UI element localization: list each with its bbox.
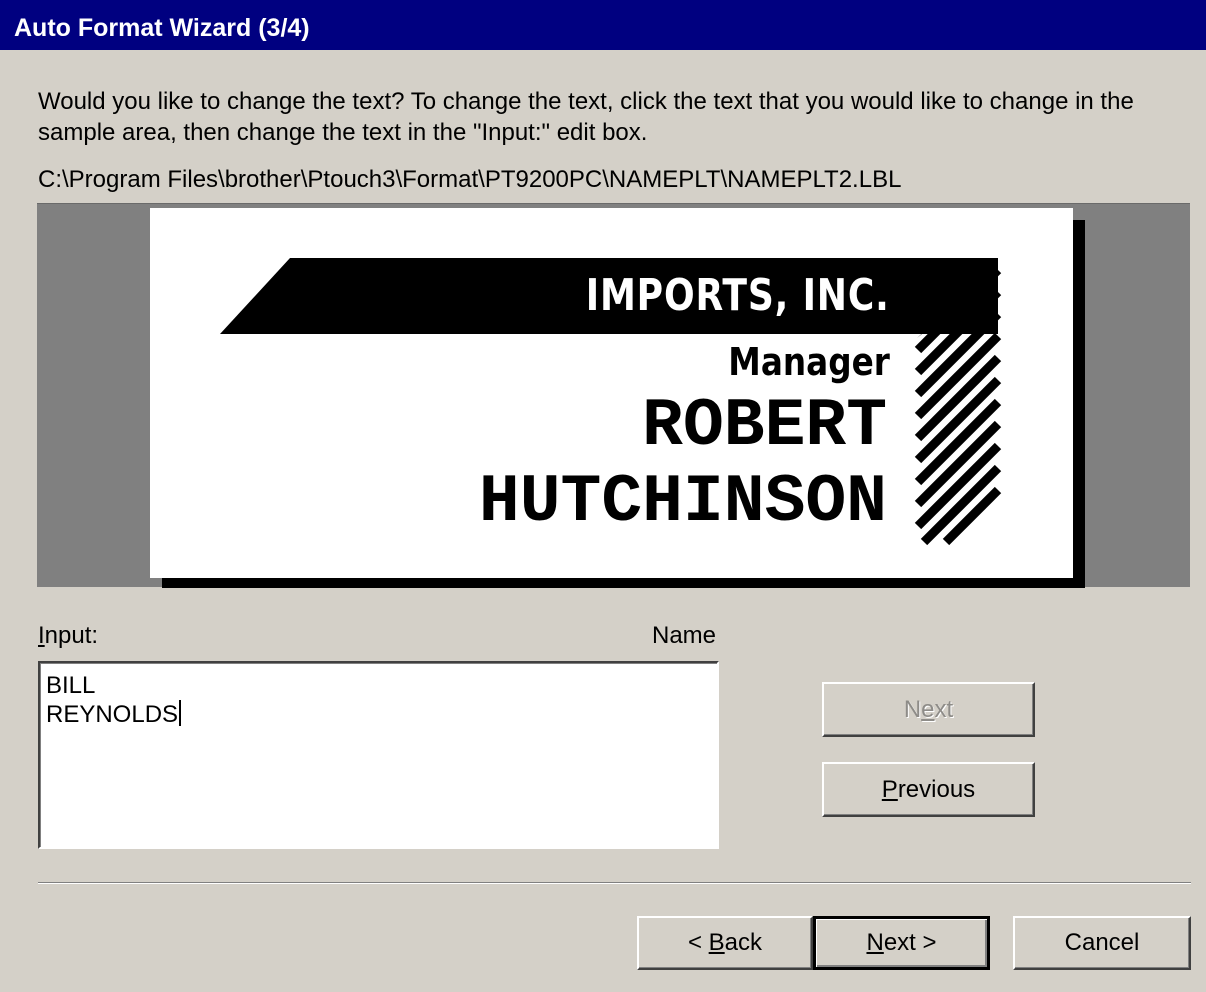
- previous-label-accel: P: [881, 775, 898, 803]
- input-line-2: REYNOLDS: [46, 700, 711, 729]
- next-field-button[interactable]: Ne xt: [822, 682, 1035, 737]
- input-field-name: Name: [652, 622, 717, 649]
- text-caret: [179, 700, 182, 726]
- input-line-2-text: REYNOLDS: [46, 701, 179, 728]
- file-path: C:\Program Files\brother\Ptouch3\Format\…: [38, 166, 902, 193]
- back-button[interactable]: < Back: [637, 916, 813, 970]
- wizard-next-label-post: ext >: [883, 929, 937, 956]
- window-title: Auto Format Wizard (3/4): [0, 0, 1206, 50]
- wizard-next-button[interactable]: Next >: [813, 916, 990, 970]
- wizard-next-label-accel: N: [866, 929, 884, 956]
- input-label-accel: I: [38, 622, 45, 649]
- previous-field-button[interactable]: Previous: [822, 762, 1035, 817]
- label-company-text[interactable]: IMPORTS, INC.: [586, 270, 890, 321]
- back-label-pre: <: [687, 929, 709, 956]
- input-label: Input:: [38, 622, 98, 650]
- back-label-accel: B: [708, 929, 725, 956]
- next-field-label-accel: e: [921, 695, 935, 723]
- previous-label-rest: revious: [897, 775, 976, 803]
- input-line-1: BILL: [46, 672, 96, 699]
- label-first-name-text[interactable]: ROBERT: [642, 388, 887, 465]
- cancel-button[interactable]: Cancel: [1013, 916, 1191, 970]
- input-edit-box[interactable]: BILL REYNOLDS: [38, 661, 719, 849]
- footer-separator: [38, 882, 1191, 884]
- next-field-label-pre: N: [903, 695, 922, 723]
- back-label-post: ack: [724, 929, 763, 956]
- label-last-name-text[interactable]: HUTCHINSON: [479, 464, 887, 541]
- next-field-label-post: xt: [934, 695, 954, 723]
- input-label-rest: nput:: [44, 622, 99, 649]
- label-preview[interactable]: IMPORTS, INC. Manager ROBERT HUTCHINSON: [150, 208, 1073, 578]
- label-title-text[interactable]: Manager: [728, 340, 890, 384]
- instruction-text: Would you like to change the text? To ch…: [38, 88, 1134, 146]
